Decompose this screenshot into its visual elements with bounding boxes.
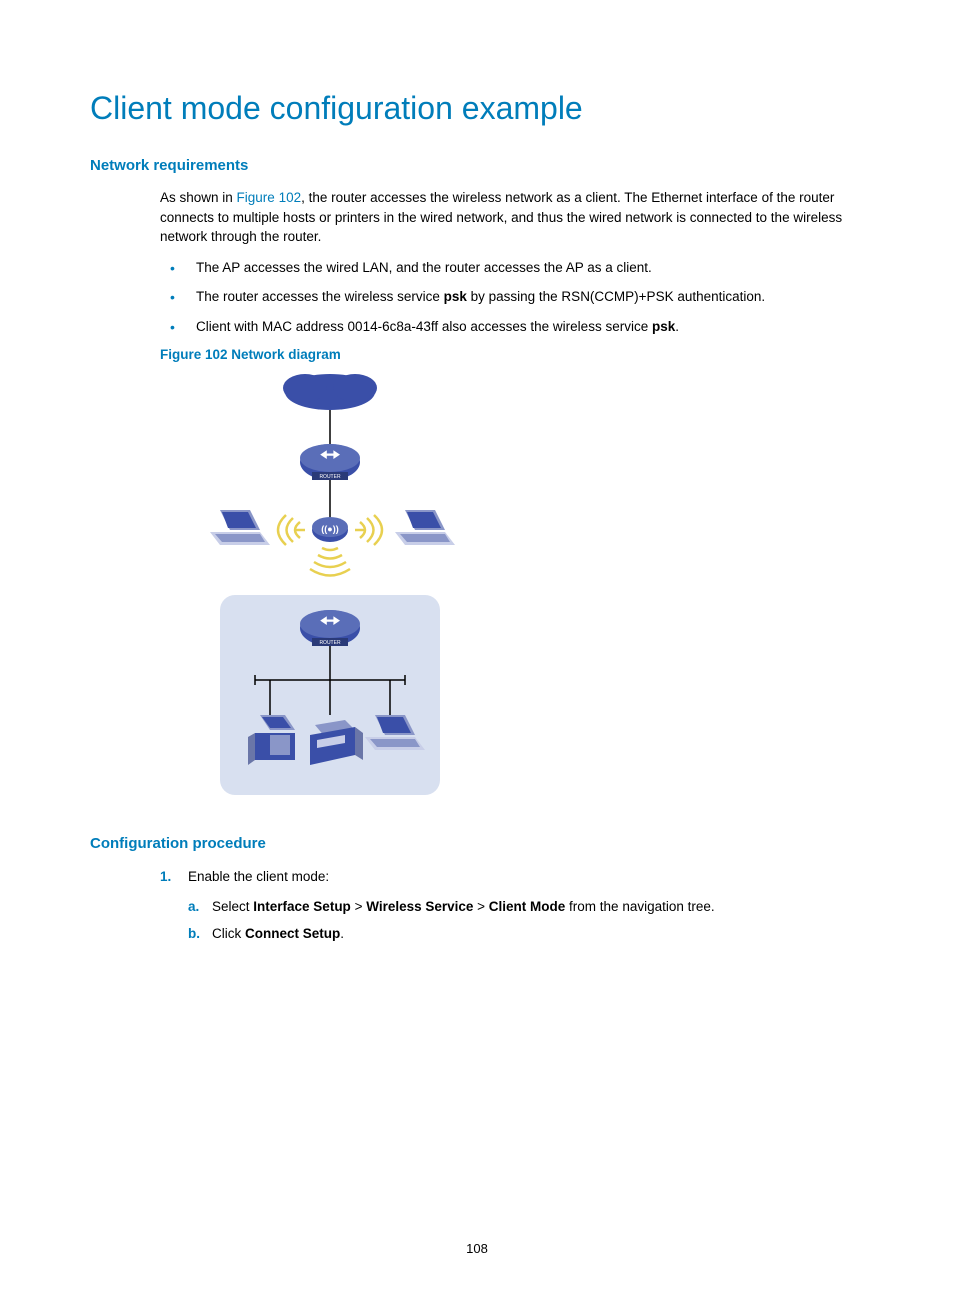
- page: Client mode configuration example Networ…: [0, 0, 954, 1296]
- figure-link[interactable]: Figure 102: [237, 190, 302, 205]
- procedure-steps: 1. Enable the client mode:: [160, 866, 864, 888]
- substep-letter: a.: [188, 896, 212, 919]
- bold: Wireless Service: [366, 899, 473, 914]
- bold: Connect Setup: [245, 926, 340, 941]
- bullet-text: Client with MAC address 0014-6c8a-43ff a…: [196, 319, 652, 334]
- text: from the navigation tree.: [565, 899, 714, 914]
- figure-caption: Figure 102 Network diagram: [160, 347, 864, 362]
- section-heading-network-requirements: Network requirements: [90, 157, 864, 174]
- bullet-text: by passing the RSN(CCMP)+PSK authenticat…: [467, 289, 765, 304]
- bullet-text: The router accesses the wireless service: [196, 289, 444, 304]
- substep-b: b. Click Connect Setup.: [188, 923, 864, 946]
- bold: Interface Setup: [253, 899, 351, 914]
- bullet-bold: psk: [652, 319, 675, 334]
- substeps: a. Select Interface Setup > Wireless Ser…: [188, 896, 864, 946]
- substep-text: Select Interface Setup > Wireless Servic…: [212, 896, 864, 919]
- requirements-list: The AP accesses the wired LAN, and the r…: [160, 257, 864, 338]
- step-1: 1. Enable the client mode:: [160, 866, 864, 888]
- page-title: Client mode configuration example: [90, 90, 864, 127]
- list-item: The router accesses the wireless service…: [160, 286, 864, 308]
- router-label-bottom: ROUTER: [319, 640, 341, 646]
- substep-letter: b.: [188, 923, 212, 946]
- bold: Client Mode: [489, 899, 566, 914]
- router-label-top: ROUTER: [319, 474, 341, 480]
- page-number: 108: [0, 1241, 954, 1256]
- substep-a: a. Select Interface Setup > Wireless Ser…: [188, 896, 864, 919]
- substep-text: Click Connect Setup.: [212, 923, 864, 946]
- intro-prefix: As shown in: [160, 190, 237, 205]
- text: >: [351, 899, 366, 914]
- text: >: [473, 899, 488, 914]
- section-heading-configuration-procedure: Configuration procedure: [90, 835, 864, 852]
- svg-text:((●)): ((●)): [321, 524, 338, 534]
- text: Select: [212, 899, 253, 914]
- bullet-text: .: [675, 319, 679, 334]
- step-number: 1.: [160, 866, 188, 888]
- list-item: Client with MAC address 0014-6c8a-43ff a…: [160, 316, 864, 338]
- step-text: Enable the client mode:: [188, 866, 864, 888]
- list-item: The AP accesses the wired LAN, and the r…: [160, 257, 864, 279]
- intro-paragraph: As shown in Figure 102, the router acces…: [160, 188, 864, 247]
- text: Click: [212, 926, 245, 941]
- network-diagram: ROUTER ((●)): [200, 370, 460, 805]
- bullet-text: The AP accesses the wired LAN, and the r…: [196, 260, 652, 275]
- bullet-bold: psk: [444, 289, 467, 304]
- network-requirements-body: As shown in Figure 102, the router acces…: [160, 188, 864, 805]
- text: .: [340, 926, 344, 941]
